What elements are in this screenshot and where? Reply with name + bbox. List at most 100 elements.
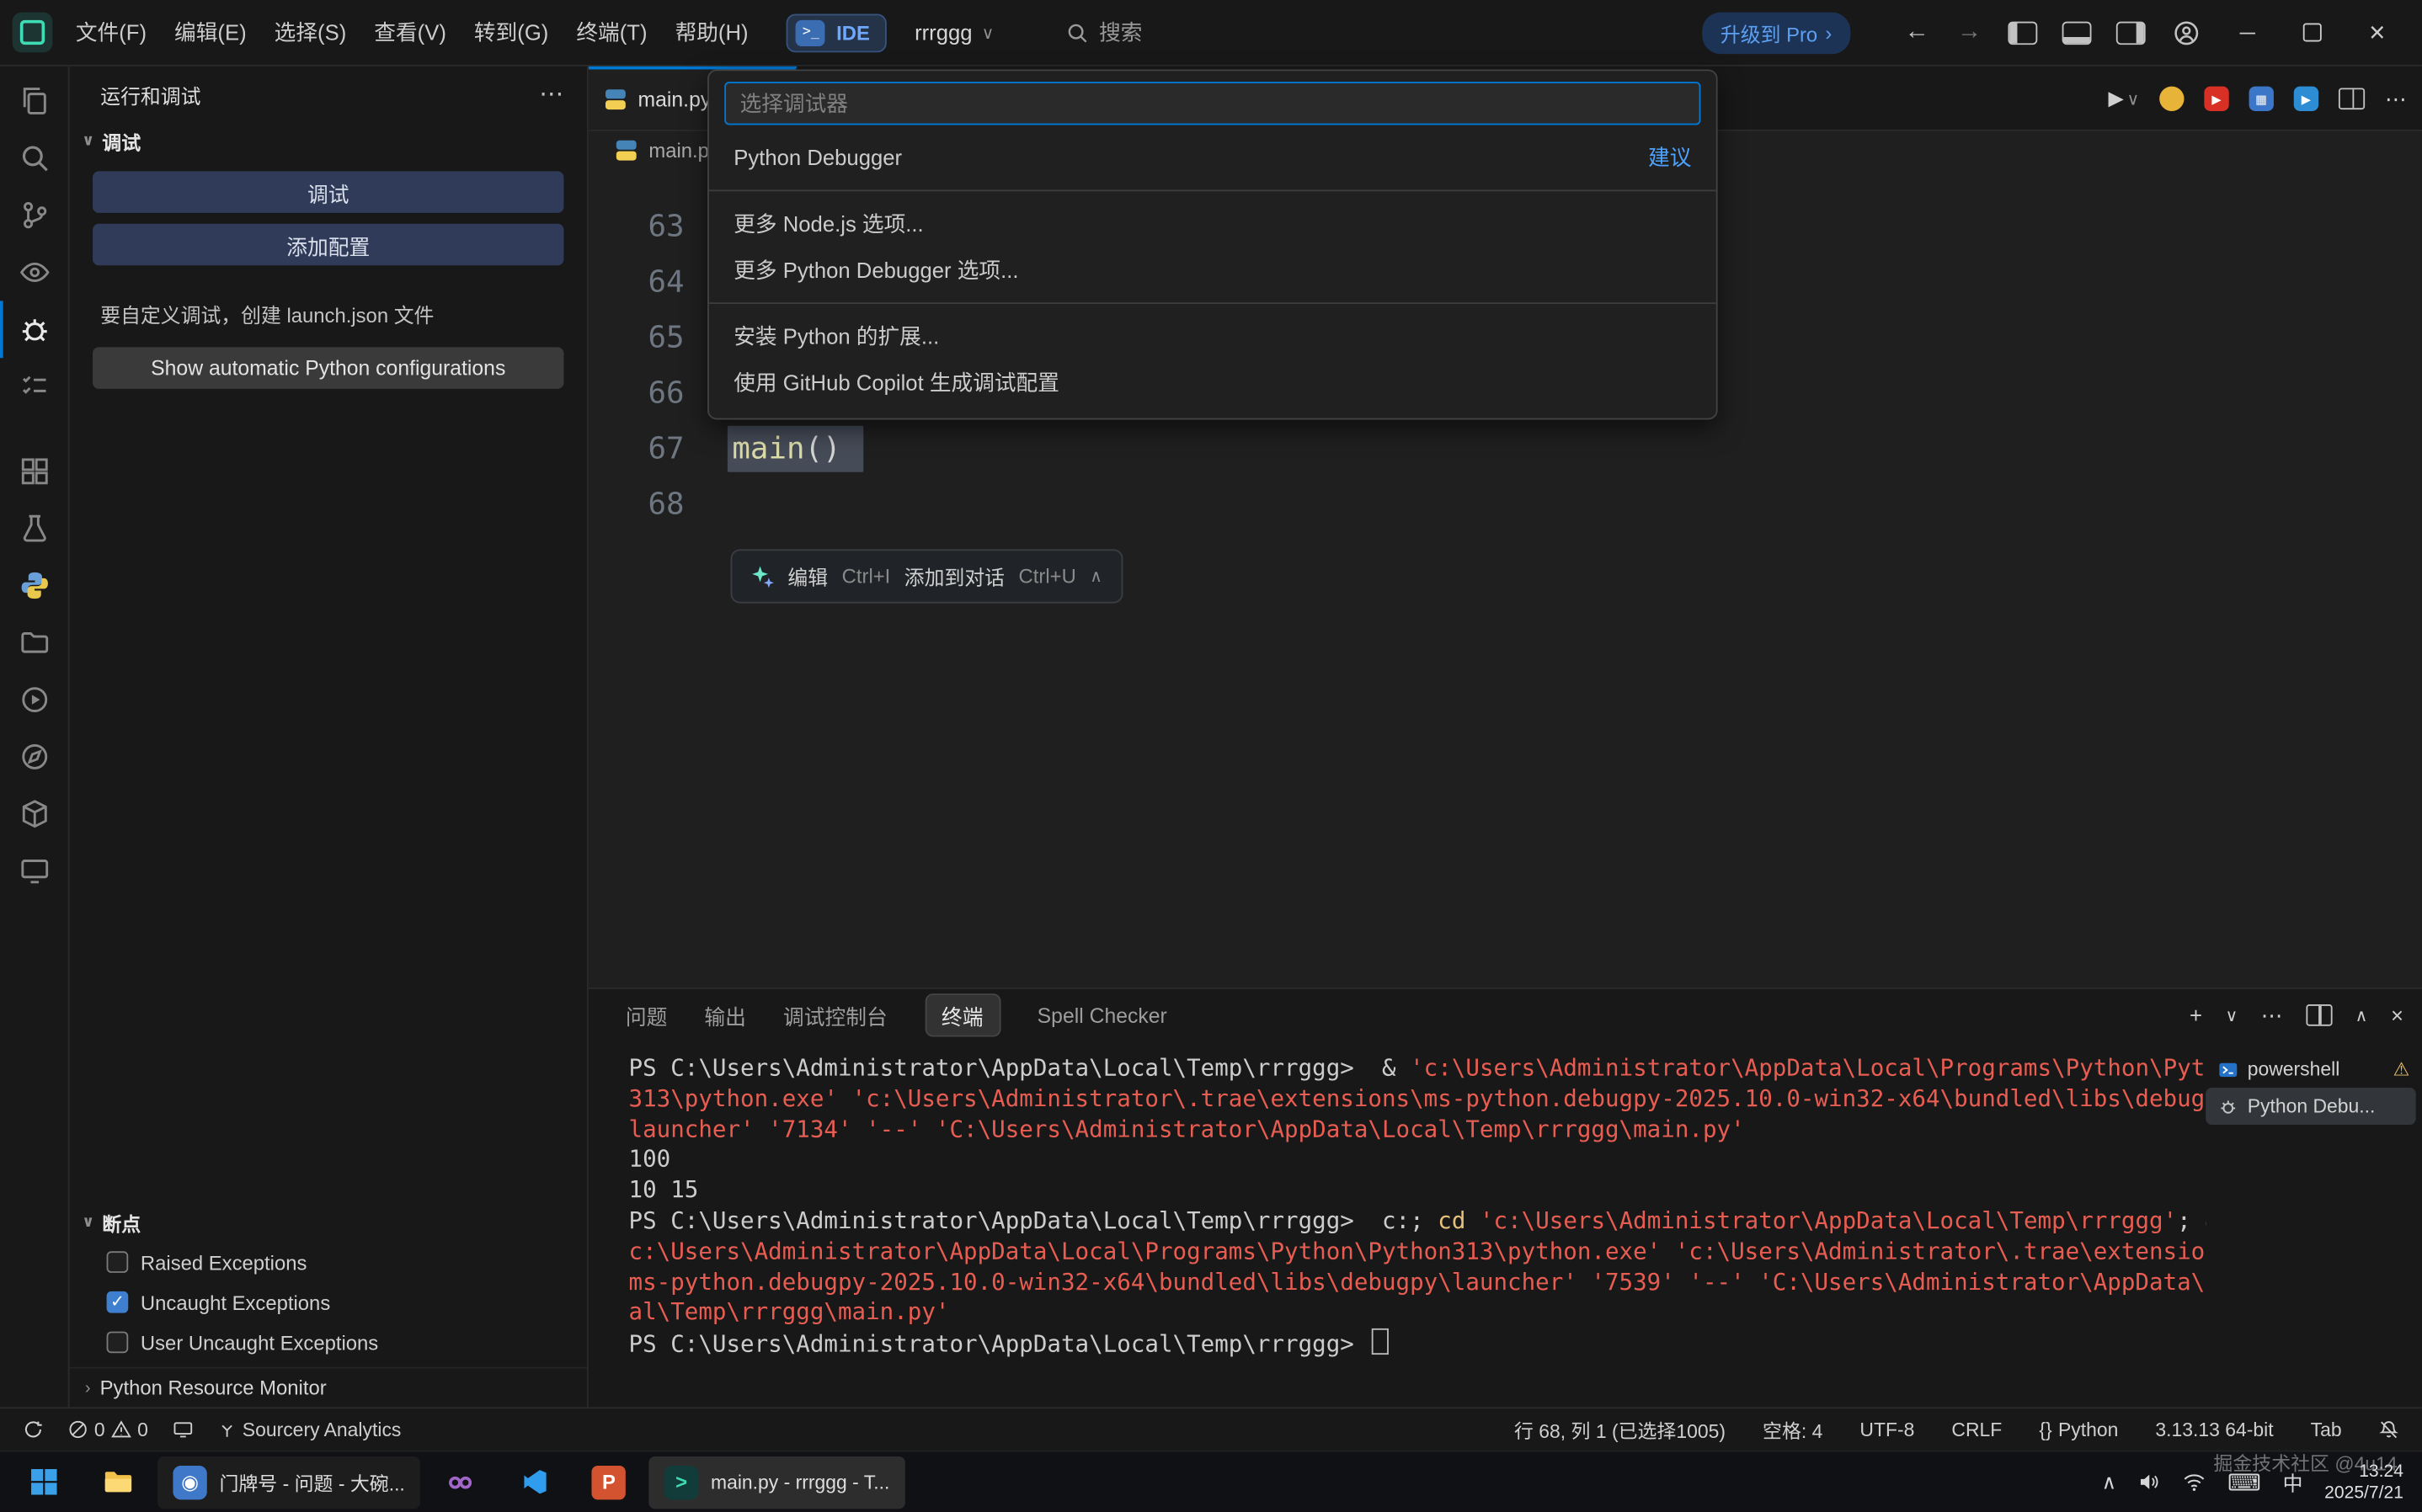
jupyter-beaker-icon[interactable] — [0, 500, 68, 557]
terminal-output[interactable]: PS C:\Users\Administrator\AppData\Local\… — [589, 1041, 2206, 1407]
cursor-position-button[interactable]: 行 68, 列 1 (已选择1005) — [1507, 1415, 1733, 1445]
maximize-button[interactable] — [2280, 0, 2345, 66]
menu-help[interactable]: 帮助(H) — [661, 9, 762, 56]
tab-spell-checker[interactable]: Spell Checker — [1038, 1004, 1167, 1026]
quickpick-item-install-python-extension[interactable]: 安装 Python 的扩展... — [709, 313, 1716, 359]
visual-studio-button[interactable] — [426, 1456, 494, 1508]
menu-edit[interactable]: 编辑(E) — [161, 9, 261, 56]
checkbox[interactable]: ✓ — [107, 1332, 129, 1354]
checkbox[interactable]: ✓ — [107, 1291, 129, 1313]
breakpoint-raised-exceptions[interactable]: ✓ Raised Exceptions — [70, 1242, 587, 1282]
menu-go[interactable]: 转到(G) — [460, 9, 562, 56]
notifications-bell-button[interactable] — [2371, 1419, 2406, 1440]
search-button[interactable]: 搜索 — [1065, 17, 1143, 48]
tab-focus-mode-button[interactable]: Tab — [2302, 1419, 2349, 1440]
run-circle-icon[interactable] — [0, 671, 68, 728]
remote-status-button[interactable] — [15, 1419, 51, 1440]
encoding-button[interactable]: UTF-8 — [1852, 1419, 1922, 1440]
menu-selection[interactable]: 选择(S) — [260, 9, 360, 56]
extension-icon-yellow[interactable] — [2159, 87, 2184, 111]
line-number[interactable]: 67 — [589, 429, 685, 465]
language-mode-button[interactable]: {} Python — [2031, 1419, 2126, 1440]
split-editor-icon[interactable] — [2339, 88, 2365, 109]
python-resource-monitor-section[interactable]: › Python Resource Monitor — [70, 1367, 587, 1408]
line-number[interactable]: 65 — [589, 318, 685, 354]
vscode-button[interactable] — [501, 1456, 569, 1508]
file-explorer-button[interactable] — [83, 1456, 152, 1508]
start-button[interactable] — [9, 1456, 77, 1508]
debug-button[interactable]: 调试 — [93, 171, 563, 212]
taskbar-window-browser[interactable]: ◉ 门牌号 - 问题 - 大碗... — [157, 1456, 420, 1508]
toggle-panel-icon[interactable] — [2062, 21, 2092, 44]
add-config-button[interactable]: 添加配置 — [93, 224, 563, 265]
indentation-button[interactable]: 空格: 4 — [1755, 1415, 1831, 1445]
compass-icon[interactable] — [0, 728, 68, 785]
line-number[interactable]: 63 — [589, 207, 685, 242]
project-folder-icon[interactable] — [0, 614, 68, 671]
line-number[interactable]: 64 — [589, 263, 685, 298]
preview-eye-icon[interactable] — [0, 244, 68, 301]
terminal-item-powershell[interactable]: powershell ⚠ — [2206, 1051, 2415, 1088]
menu-view[interactable]: 查看(V) — [360, 9, 461, 56]
run-python-file-button[interactable]: ▶ ∨ — [2109, 87, 2140, 111]
more-actions-icon[interactable]: ⋯ — [539, 78, 565, 109]
more-actions-icon[interactable]: ⋯ — [2261, 1002, 2283, 1028]
search-view-icon[interactable] — [0, 130, 68, 187]
tab-debug-console[interactable]: 调试控制台 — [783, 1000, 888, 1031]
testing-icon[interactable] — [0, 358, 68, 415]
package-icon[interactable] — [0, 785, 68, 843]
explorer-icon[interactable] — [0, 72, 68, 130]
extension-icon-blue[interactable]: ▦ — [2249, 87, 2274, 111]
app-logo-icon[interactable] — [13, 13, 53, 53]
more-actions-icon[interactable]: ⋯ — [2385, 86, 2407, 112]
close-button[interactable]: × — [2345, 0, 2409, 66]
run-debug-view-icon[interactable] — [0, 301, 68, 358]
ports-status-button[interactable] — [165, 1419, 200, 1440]
taskbar-window-trae[interactable]: > main.py - rrrggg - T... — [649, 1456, 905, 1508]
remote-explorer-icon[interactable] — [0, 843, 68, 900]
powerpoint-button[interactable]: P — [575, 1456, 643, 1508]
account-icon[interactable] — [2174, 19, 2200, 45]
minimize-button[interactable]: ─ — [2215, 0, 2280, 66]
sourcery-status-button[interactable]: Sourcery Analytics — [210, 1419, 408, 1440]
menu-file[interactable]: 文件(F) — [61, 9, 160, 56]
eol-button[interactable]: CRLF — [1944, 1419, 2009, 1440]
breakpoint-uncaught-exceptions[interactable]: ✓ Uncaught Exceptions — [70, 1282, 587, 1323]
python-interpreter-button[interactable]: 3.13.13 64-bit — [2147, 1419, 2281, 1440]
toggle-secondary-sidebar-icon[interactable] — [2116, 21, 2146, 44]
debugger-select-input[interactable] — [724, 82, 1700, 125]
close-panel-icon[interactable]: × — [2391, 1003, 2403, 1027]
source-control-icon[interactable] — [0, 187, 68, 244]
extensions-icon[interactable] — [0, 443, 68, 500]
ai-add-to-chat-button[interactable]: 添加到对话 — [904, 562, 1005, 591]
checkbox[interactable]: ✓ — [107, 1251, 129, 1273]
tab-problems[interactable]: 问题 — [626, 1000, 668, 1031]
tab-output[interactable]: 输出 — [704, 1000, 746, 1031]
upgrade-pro-button[interactable]: 升级到 Pro › — [1702, 12, 1850, 53]
chevron-icon[interactable]: ∧ — [1090, 567, 1102, 587]
extension-icon-preview[interactable]: ▶ — [2294, 87, 2318, 111]
maximize-panel-icon[interactable]: ∧ — [2355, 1005, 2368, 1025]
toggle-primary-sidebar-icon[interactable] — [2008, 21, 2037, 44]
tab-terminal[interactable]: 终端 — [925, 993, 1000, 1036]
forward-button[interactable]: → — [1943, 19, 1995, 46]
wifi-icon[interactable] — [2183, 1471, 2206, 1493]
python-view-icon[interactable] — [0, 557, 68, 615]
project-selector[interactable]: rrrggg ∨ — [915, 20, 994, 45]
menu-terminal[interactable]: 终端(T) — [563, 9, 661, 56]
show-auto-config-button[interactable]: Show automatic Python configurations — [93, 347, 563, 388]
line-number[interactable]: 68 — [589, 485, 685, 520]
split-terminal-icon[interactable] — [2306, 1004, 2332, 1026]
quickpick-item-more-python-debugger-options[interactable]: 更多 Python Debugger 选项... — [709, 247, 1716, 293]
quickpick-item-python-debugger[interactable]: Python Debugger 建议 — [709, 134, 1716, 180]
section-breakpoints[interactable]: ∨ 断点 — [70, 1203, 587, 1242]
hidden-icons-chevron[interactable]: ∧ — [2102, 1470, 2116, 1494]
problems-status-button[interactable]: 0 0 — [61, 1419, 157, 1440]
ide-mode-badge[interactable]: >_ IDE — [787, 13, 887, 52]
extension-icon-red-play[interactable]: ▶ — [2204, 87, 2228, 111]
terminal-dropdown-icon[interactable]: ∨ — [2225, 1005, 2238, 1025]
breakpoint-user-uncaught-exceptions[interactable]: ✓ User Uncaught Exceptions — [70, 1323, 587, 1363]
new-terminal-icon[interactable]: + — [2190, 1003, 2202, 1027]
volume-icon[interactable] — [2138, 1471, 2162, 1493]
section-debug[interactable]: ∨ 调试 — [70, 122, 587, 161]
